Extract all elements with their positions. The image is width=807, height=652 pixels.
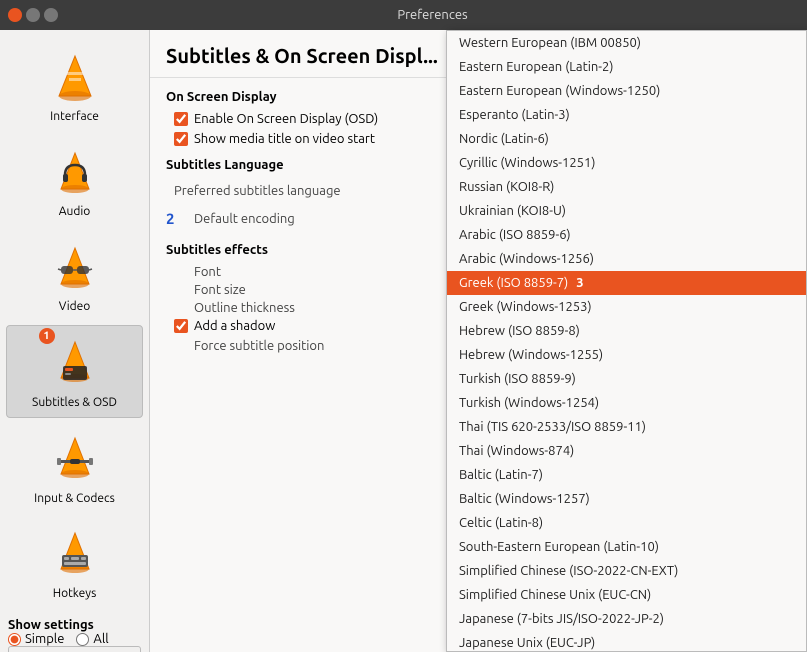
close-button[interactable]: [8, 8, 22, 22]
bottom-sidebar: Show settings Simple All Reset Preferenc…: [0, 610, 149, 652]
dropdown-item-23[interactable]: Simplified Chinese Unix (EUC-CN): [447, 583, 806, 607]
encoding-number: 2: [166, 210, 186, 227]
sidebar-item-input[interactable]: Input & Codecs: [6, 422, 143, 513]
sidebar-label-input: Input & Codecs: [34, 492, 115, 505]
dropdown-item-1[interactable]: Eastern European (Latin-2): [447, 55, 806, 79]
show-settings-row: Show settings: [8, 618, 141, 632]
dropdown-item-13[interactable]: Hebrew (Windows-1255): [447, 343, 806, 367]
audio-icon: [45, 143, 105, 203]
sidebar-label-video: Video: [59, 300, 91, 313]
show-settings-label: Show settings: [8, 618, 94, 632]
dropdown-item-8[interactable]: Arabic (ISO 8859-6): [447, 223, 806, 247]
dropdown-item-14[interactable]: Turkish (ISO 8859-9): [447, 367, 806, 391]
sidebar-label-interface: Interface: [50, 110, 99, 123]
main-container: Interface Audio: [0, 30, 807, 652]
enable-osd-label: Enable On Screen Display (OSD): [194, 112, 378, 126]
sidebar-label-audio: Audio: [59, 205, 91, 218]
dropdown-item-7[interactable]: Ukrainian (KOI8-U): [447, 199, 806, 223]
force-subtitle-label: Force subtitle position: [194, 339, 324, 353]
show-media-title-checkbox[interactable]: [174, 132, 188, 146]
dropdown-item-11[interactable]: Greek (Windows-1253): [447, 295, 806, 319]
add-shadow-label: Add a shadow: [194, 319, 275, 333]
outline-thickness-label: Outline thickness: [194, 301, 295, 315]
radio-group: Simple All: [8, 632, 141, 646]
sidebar-label-subtitles: Subtitles & OSD: [32, 396, 117, 409]
dropdown-item-9[interactable]: Arabic (Windows-1256): [447, 247, 806, 271]
maximize-button[interactable]: [44, 8, 58, 22]
radio-simple[interactable]: [8, 633, 21, 646]
sidebar-item-hotkeys[interactable]: Hotkeys: [6, 517, 143, 608]
dropdown-item-17[interactable]: Thai (Windows-874): [447, 439, 806, 463]
sidebar-item-video[interactable]: Video: [6, 230, 143, 321]
radio-all-label[interactable]: All: [76, 632, 108, 646]
input-icon: [45, 430, 105, 490]
enable-osd-checkbox[interactable]: [174, 112, 188, 126]
interface-icon: [45, 48, 105, 108]
dropdown-item-6[interactable]: Russian (KOI8-R): [447, 175, 806, 199]
window-title: Preferences: [66, 8, 799, 22]
sidebar-label-hotkeys: Hotkeys: [53, 587, 97, 600]
video-icon: [45, 238, 105, 298]
sidebar-item-audio[interactable]: Audio: [6, 135, 143, 226]
dropdown-item-15[interactable]: Turkish (Windows-1254): [447, 391, 806, 415]
dropdown-item-0[interactable]: Western European (IBM 00850): [447, 31, 806, 55]
sidebar: Interface Audio: [0, 30, 150, 652]
window-controls: [8, 8, 58, 22]
dropdown-item-18[interactable]: Baltic (Latin-7): [447, 463, 806, 487]
dropdown-item-20[interactable]: Celtic (Latin-8): [447, 511, 806, 535]
dropdown-item-2[interactable]: Eastern European (Windows-1250): [447, 79, 806, 103]
dropdown-item-24[interactable]: Japanese (7-bits JIS/ISO-2022-JP-2): [447, 607, 806, 631]
dropdown-item-10[interactable]: Greek (ISO 8859-7)3: [447, 271, 806, 295]
dropdown-item-5[interactable]: Cyrillic (Windows-1251): [447, 151, 806, 175]
default-encoding-label: Default encoding: [194, 212, 354, 226]
font-size-label: Font size: [194, 283, 246, 297]
subtitles-badge: 1: [39, 328, 55, 344]
dropdown-item-16[interactable]: Thai (TIS 620-2533/ISO 8859-11): [447, 415, 806, 439]
dropdown-item-19[interactable]: Baltic (Windows-1257): [447, 487, 806, 511]
titlebar: Preferences: [0, 0, 807, 30]
radio-simple-label[interactable]: Simple: [8, 632, 64, 646]
dropdown-item-3[interactable]: Esperanto (Latin-3): [447, 103, 806, 127]
reset-preferences-button[interactable]: Reset Preferences: [8, 646, 141, 652]
dropdown-item-25[interactable]: Japanese Unix (EUC-JP): [447, 631, 806, 652]
encoding-dropdown[interactable]: Western European (IBM 00850)Eastern Euro…: [446, 30, 807, 652]
show-media-title-label: Show media title on video start: [194, 132, 375, 146]
dropdown-item-12[interactable]: Hebrew (ISO 8859-8): [447, 319, 806, 343]
font-label: Font: [194, 265, 221, 279]
dropdown-item-22[interactable]: Simplified Chinese (ISO-2022-CN-EXT): [447, 559, 806, 583]
dropdown-item-4[interactable]: Nordic (Latin-6): [447, 127, 806, 151]
minimize-button[interactable]: [26, 8, 40, 22]
subtitles-icon: [45, 334, 105, 394]
hotkeys-icon: [45, 525, 105, 585]
radio-all[interactable]: [76, 633, 89, 646]
sidebar-item-subtitles[interactable]: 1 Subtitles & OSD: [6, 325, 143, 418]
preferred-subtitles-label: Preferred subtitles language: [174, 184, 341, 198]
dropdown-item-21[interactable]: South-Eastern European (Latin-10): [447, 535, 806, 559]
sidebar-item-interface[interactable]: Interface: [6, 40, 143, 131]
add-shadow-checkbox[interactable]: [174, 319, 188, 333]
